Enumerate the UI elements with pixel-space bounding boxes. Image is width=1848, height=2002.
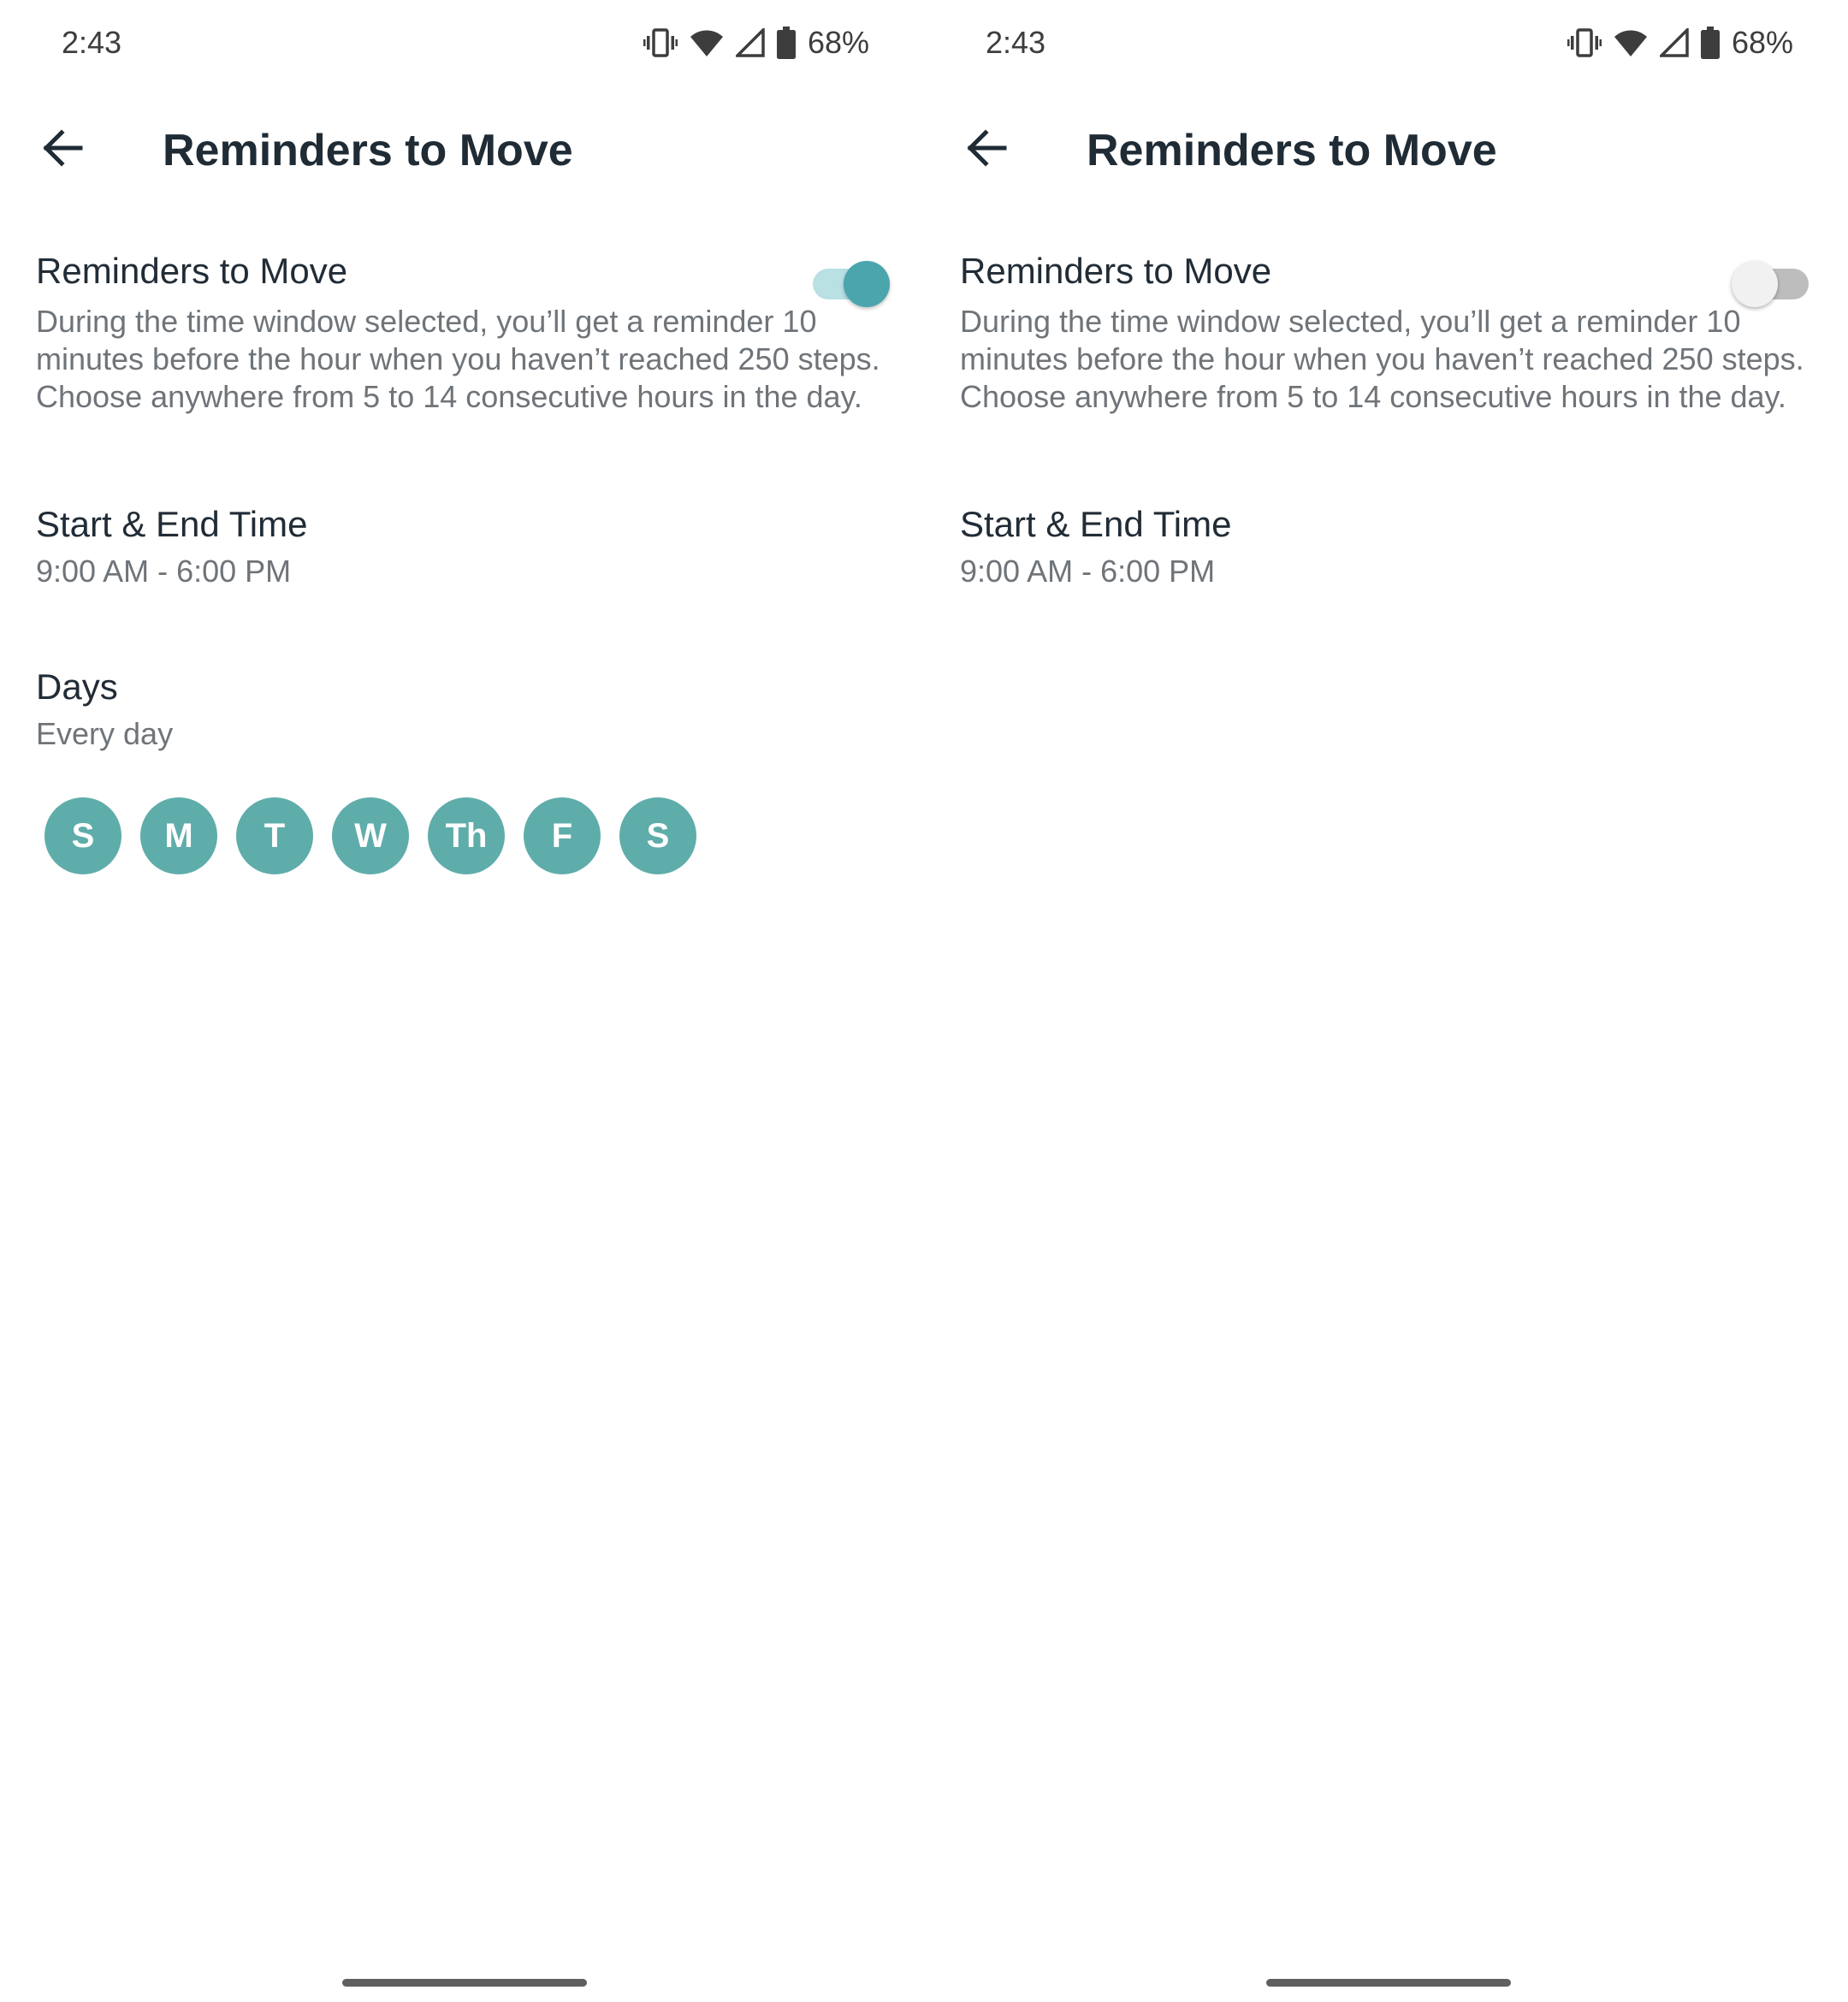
day-chip-thursday[interactable]: Th (428, 797, 505, 874)
status-icons: 68% (1567, 24, 1793, 62)
day-chip-sunday[interactable]: S (44, 797, 121, 874)
day-chip-tuesday[interactable]: T (236, 797, 313, 874)
reminders-toggle[interactable] (1732, 253, 1814, 307)
screen-reminders-disabled: 2:43 68% Reminders to Move Reminders to … (924, 0, 1848, 2002)
battery-percent: 68% (807, 25, 869, 60)
reminders-setting-label: Reminders to Move (36, 251, 348, 291)
back-button[interactable] (958, 121, 1015, 178)
app-bar: Reminders to Move (924, 103, 1848, 197)
status-bar: 2:43 68% (924, 0, 1848, 86)
days-label: Days (36, 666, 118, 707)
start-end-time-label: Start & End Time (36, 504, 308, 544)
reminders-setting: Reminders to Move During the time window… (960, 250, 1814, 416)
status-bar: 2:43 68% (0, 0, 924, 86)
day-chip-friday[interactable]: F (524, 797, 601, 874)
day-chips: S M T W Th F S (44, 797, 696, 874)
gesture-nav-handle[interactable] (342, 1979, 587, 1987)
reminders-description: During the time window selected, you’ll … (960, 304, 1804, 414)
battery-percent: 68% (1731, 25, 1793, 60)
battery-icon (776, 27, 796, 59)
status-time: 2:43 (62, 25, 122, 60)
wifi-icon (1614, 28, 1648, 57)
app-bar: Reminders to Move (0, 103, 924, 197)
reminders-description: During the time window selected, you’ll … (36, 304, 880, 414)
start-end-time-setting[interactable]: Start & End Time 9:00 AM - 6:00 PM (36, 503, 890, 590)
toggle-thumb (1732, 261, 1778, 307)
status-time: 2:43 (986, 25, 1046, 60)
battery-icon (1700, 27, 1720, 59)
reminders-setting: Reminders to Move During the time window… (36, 250, 890, 416)
start-end-time-value: 9:00 AM - 6:00 PM (36, 554, 292, 589)
vibrate-icon (1567, 27, 1602, 58)
day-chip-saturday[interactable]: S (619, 797, 696, 874)
signal-icon (735, 28, 765, 57)
screen-reminders-enabled: 2:43 68% Reminders to Move Reminders to … (0, 0, 924, 2002)
page-title: Reminders to Move (1087, 126, 1497, 175)
days-value: Every day (36, 716, 174, 751)
arrow-left-icon (41, 128, 84, 171)
wifi-icon (690, 28, 724, 57)
day-chip-wednesday[interactable]: W (332, 797, 409, 874)
status-icons: 68% (643, 24, 869, 62)
reminders-toggle[interactable] (808, 253, 890, 307)
start-end-time-value: 9:00 AM - 6:00 PM (960, 554, 1216, 589)
page-title: Reminders to Move (163, 126, 573, 175)
days-setting[interactable]: Days Every day (36, 666, 890, 753)
day-chip-monday[interactable]: M (140, 797, 217, 874)
toggle-thumb (844, 261, 890, 307)
signal-icon (1659, 28, 1689, 57)
vibrate-icon (643, 27, 678, 58)
start-end-time-setting[interactable]: Start & End Time 9:00 AM - 6:00 PM (960, 503, 1814, 590)
gesture-nav-handle[interactable] (1266, 1979, 1511, 1987)
start-end-time-label: Start & End Time (960, 504, 1232, 544)
back-button[interactable] (34, 121, 91, 178)
reminders-setting-label: Reminders to Move (960, 251, 1272, 291)
arrow-left-icon (965, 128, 1008, 171)
